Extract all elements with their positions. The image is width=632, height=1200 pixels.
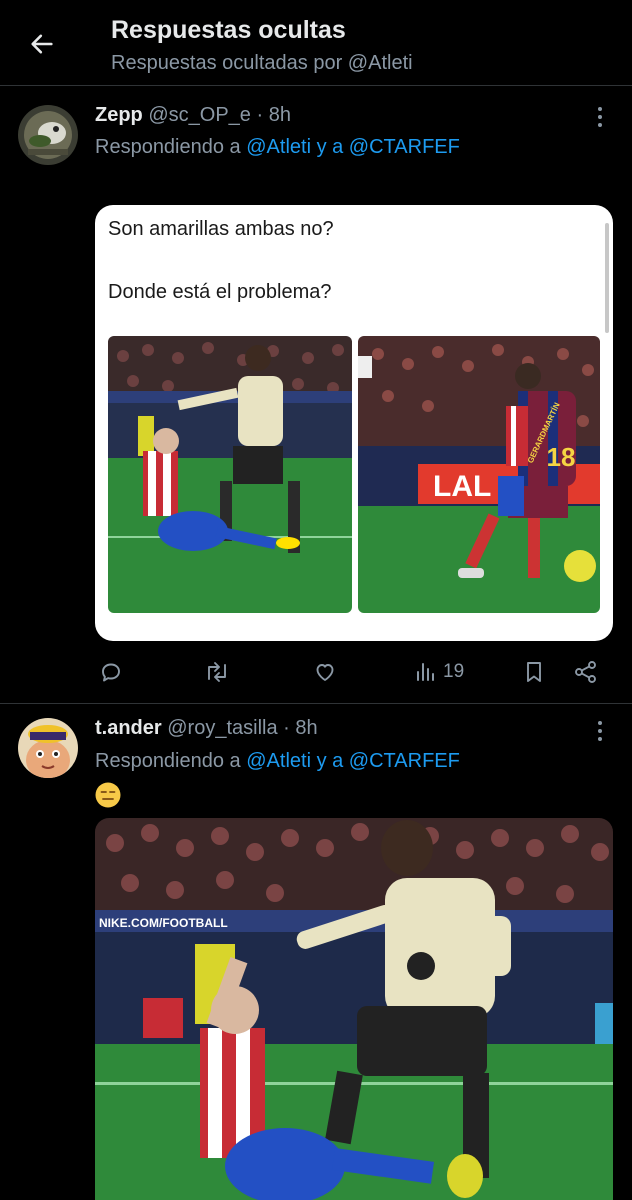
more-dots-icon (598, 721, 602, 725)
retweet-icon (208, 662, 226, 682)
like-icon (316, 664, 334, 681)
author-handle[interactable]: @sc_OP_e (148, 104, 251, 126)
author-name[interactable]: Zepp (95, 104, 143, 126)
reply-button[interactable] (99, 652, 123, 692)
avatar-image (18, 718, 78, 778)
attached-photo-scene: NIKE.COM/FOOTBALL (95, 818, 613, 1200)
share-icon (575, 661, 596, 683)
more-dot (598, 729, 602, 733)
reply-icon (102, 663, 120, 682)
share-button[interactable] (573, 652, 599, 692)
match-photo-left (108, 336, 352, 613)
more-dots-icon (598, 107, 602, 111)
views-button[interactable]: 19 (415, 652, 464, 692)
match-photo-right-scene: LAL GERARDMARTÍN 18 (358, 336, 600, 613)
attached-image[interactable]: Son amarillas ambas no? Donde está el pr… (95, 205, 613, 641)
more-options-button[interactable] (588, 102, 612, 132)
views-icon (417, 663, 434, 681)
timestamp[interactable]: · 8h (256, 104, 290, 126)
replying-to-prefix: Respondiendo a (95, 750, 241, 772)
action-bar: 19 (95, 652, 615, 692)
replying-to-users[interactable]: @Atleti y a @CTARFEF (246, 136, 460, 158)
more-dot (598, 123, 602, 127)
retweet-button[interactable] (203, 652, 231, 692)
match-photo-right: LAL GERARDMARTÍN 18 (358, 336, 600, 613)
author-line: Zepp @sc_OP_e · 8h (95, 104, 291, 127)
more-dot (598, 115, 602, 119)
ad-board-left-text: NIKE.COM/FOOTBALL (99, 916, 228, 930)
bookmark-button[interactable] (523, 652, 545, 692)
views-count: 19 (443, 661, 465, 682)
match-photo-left-scene (108, 336, 352, 613)
replying-to: Respondiendo a @Atleti y a @CTARFEF (95, 136, 460, 159)
avatar[interactable] (18, 718, 78, 778)
hidden-reply-1[interactable]: Zepp @sc_OP_e · 8h Respondiendo a @Atlet… (0, 0, 632, 703)
attached-photo[interactable]: NIKE.COM/FOOTBALL (95, 818, 613, 1200)
timestamp[interactable]: · 8h (283, 717, 317, 739)
scrollbar (605, 223, 609, 333)
avatar[interactable] (18, 105, 78, 165)
author-handle[interactable]: @roy_tasilla (167, 717, 277, 739)
more-options-button[interactable] (588, 716, 612, 746)
quote-text-line-2: Donde está el problema? (108, 281, 332, 303)
jersey-number-text: 18 (547, 442, 576, 472)
expressionless-emoji-icon (95, 782, 121, 808)
avatar-image (18, 105, 78, 165)
replying-to-prefix: Respondiendo a (95, 136, 241, 158)
quote-text-line-1: Son amarillas ambas no? (108, 218, 334, 240)
ad-board-right-text: LAL (433, 470, 491, 503)
bookmark-icon (527, 662, 541, 682)
author-name[interactable]: t.ander (95, 717, 162, 739)
replying-to: Respondiendo a @Atleti y a @CTARFEF (95, 750, 460, 773)
like-button[interactable] (312, 652, 338, 692)
more-dot (598, 737, 602, 741)
replying-to-users[interactable]: @Atleti y a @CTARFEF (246, 750, 460, 772)
author-line: t.ander @roy_tasilla · 8h (95, 717, 318, 740)
